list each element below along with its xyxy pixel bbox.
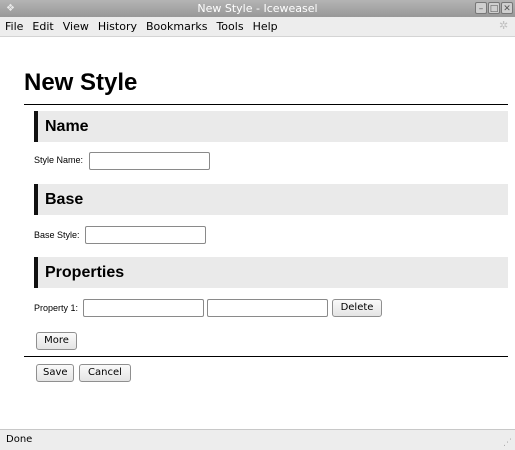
delete-property-button[interactable]: Delete bbox=[332, 299, 382, 317]
iceweasel-icon[interactable]: ❖ bbox=[4, 2, 17, 15]
section-properties-heading: Properties bbox=[45, 264, 125, 281]
section-properties-header: Properties bbox=[34, 257, 508, 288]
status-text: Done bbox=[6, 434, 33, 445]
section-name-heading: Name bbox=[45, 118, 89, 135]
cancel-button[interactable]: Cancel bbox=[79, 364, 131, 382]
menu-edit[interactable]: Edit bbox=[27, 17, 57, 36]
menu-bookmarks[interactable]: Bookmarks bbox=[141, 17, 211, 36]
menu-help[interactable]: Help bbox=[248, 17, 282, 36]
menu-view[interactable]: View bbox=[58, 17, 93, 36]
section-base-header: Base bbox=[34, 184, 508, 215]
page-title: New Style bbox=[24, 69, 138, 96]
section-name-header: Name bbox=[34, 111, 508, 142]
title-divider bbox=[24, 104, 508, 105]
close-icon[interactable]: ✕ bbox=[501, 2, 513, 14]
resize-grip-icon[interactable]: ⋰ bbox=[503, 438, 513, 448]
base-style-label: Base Style: bbox=[34, 230, 80, 240]
menu-file[interactable]: File bbox=[0, 17, 27, 36]
browser-window: ❖ New Style - Iceweasel – □ ✕ File Edit Vi… bbox=[0, 0, 515, 450]
style-name-input[interactable] bbox=[89, 152, 210, 170]
window-title: New Style - Iceweasel bbox=[197, 2, 318, 15]
property-1-key-input[interactable] bbox=[83, 299, 204, 317]
base-style-input[interactable] bbox=[85, 226, 206, 244]
status-bar: Done ⋰ bbox=[0, 429, 515, 450]
minimize-icon[interactable]: – bbox=[475, 2, 487, 14]
title-bar: ❖ New Style - Iceweasel – □ ✕ bbox=[0, 0, 515, 17]
page-content: New Style Name Style Name: Base Base Sty… bbox=[0, 37, 515, 429]
property-1-value-input[interactable] bbox=[207, 299, 328, 317]
section-accent-bar bbox=[34, 257, 38, 288]
property-1-label: Property 1: bbox=[34, 303, 79, 313]
menu-bar: File Edit View History Bookmarks Tools Help ✲ bbox=[0, 17, 515, 37]
window-controls: – □ ✕ bbox=[475, 2, 513, 14]
throbber-icon: ✲ bbox=[499, 19, 509, 32]
save-button[interactable]: Save bbox=[36, 364, 74, 382]
actions-divider bbox=[24, 356, 508, 357]
section-accent-bar bbox=[34, 111, 38, 142]
menu-history[interactable]: History bbox=[93, 17, 141, 36]
section-accent-bar bbox=[34, 184, 38, 215]
style-name-label: Style Name: bbox=[34, 155, 84, 165]
menu-tools[interactable]: Tools bbox=[211, 17, 247, 36]
more-properties-button[interactable]: More bbox=[36, 332, 77, 350]
maximize-icon[interactable]: □ bbox=[488, 2, 500, 14]
section-base-heading: Base bbox=[45, 191, 84, 208]
